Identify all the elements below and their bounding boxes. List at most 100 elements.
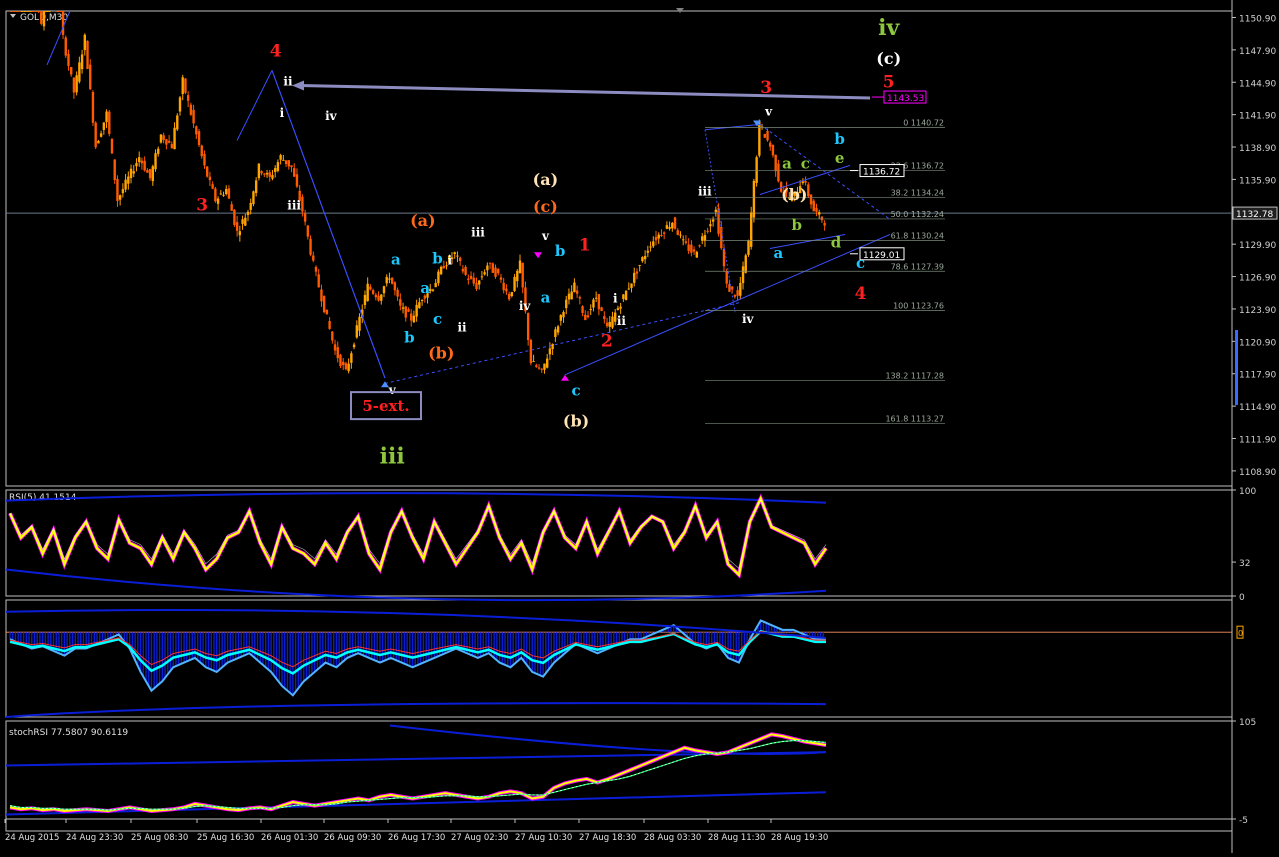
candle-body [521,262,524,288]
wave-label: iv [742,312,755,326]
x-tick-label: 26 Aug 01:30 [261,833,318,843]
candle-body [769,142,772,147]
stoch-tick-label: 105 [1239,718,1256,728]
candle-body [722,248,726,267]
x-tick-label: 27 Aug 18:30 [579,833,636,843]
candle-body [138,157,141,163]
fib-level-label: 38.2 1134.24 [891,188,944,197]
candle-body [124,179,127,190]
candle-body [339,354,342,367]
candle-body [673,217,677,229]
price-tick-label: 1138.90 [1239,144,1276,154]
pane-frame-0 [5,10,1233,487]
candle-body [105,111,108,123]
stoch-title: stochRSI 77.5807 90.6119 [9,728,128,738]
candle-body [717,208,720,234]
candle-body [216,198,220,204]
candle-body [690,244,693,253]
candle-body [219,193,222,195]
price-tick-label: 1135.90 [1239,176,1276,186]
candle-body [274,168,277,172]
candle-body [711,219,715,222]
candle-body [64,37,67,56]
wave-label: ii [283,74,293,88]
candle-body [374,294,378,298]
candle-body [546,358,549,368]
extension-label: 5-ext. [362,397,409,415]
candle-body [132,171,135,174]
candle-body [478,280,481,285]
candle-body [698,245,701,247]
candle-body [565,299,568,309]
trading-chart-window[interactable]: 1150.90 1147.90 1144.90 1141.90 1138.90 1135.… [0,0,1279,853]
candle-body [630,283,633,289]
fib-level-label: 100 1123.76 [893,301,944,310]
candle-body [437,271,440,284]
candle-body [173,127,176,150]
candle-body [823,223,826,226]
candle-body [532,361,535,363]
candle-body [818,212,821,215]
candle-body [649,246,652,248]
x-axis-frame [5,818,1233,832]
candle-body [89,64,92,90]
price-tick-label: 1123.90 [1239,306,1276,316]
candle-body [352,344,356,348]
price-label-text: 1129.01 [863,251,900,261]
candle-body [260,171,263,174]
candle-body [178,97,182,112]
candle-body [336,347,339,359]
fib-level-label: 161.8 1113.27 [885,415,944,424]
candle-body [404,306,407,318]
candle-body [211,184,214,189]
candle-body [458,257,462,261]
candle-body [303,213,307,222]
price-scale-handle[interactable] [1235,330,1238,405]
candle-body [804,181,807,183]
candle-body [706,230,709,232]
candle-body [276,162,280,171]
price-tick-label: 1117.90 [1239,371,1276,381]
candle-body [567,293,571,300]
candle-body [328,321,331,329]
wave-label: c [433,310,442,328]
candle-body [464,266,467,275]
candle-body [159,134,163,143]
candle-body [48,11,51,12]
chart-menu-triangle-icon[interactable] [10,14,16,18]
candle-body [412,315,416,323]
candle-body [347,363,350,372]
wave-label: (c) [876,49,901,68]
candle-body [611,316,614,328]
candle-body [91,92,95,123]
candle-body [312,255,315,261]
candle-body [410,313,413,321]
candle-body [652,241,655,247]
x-tick-label: 26 Aug 17:30 [388,833,445,843]
candle-body [29,11,32,12]
candle-body [284,160,288,165]
candle-body [59,11,62,12]
price-tick-label: 1120.90 [1239,338,1276,348]
candle-body [167,140,171,143]
candle-body [657,234,660,239]
candle-body [355,325,358,338]
candle-body [75,75,78,93]
macd-zero-marker: 0 [1238,629,1243,638]
candle-body [679,234,682,236]
fib-level-label: 138.2 1117.28 [885,371,944,380]
candle-body [396,289,399,297]
fib-level-label: 78.6 1127.39 [891,262,944,271]
candle-body [777,163,780,182]
candle-body [510,292,514,297]
candle-body [200,145,203,157]
candle-body [314,266,318,272]
candle-body [56,11,59,12]
candle-body [97,140,100,144]
price-tick-label: 1111.90 [1239,436,1276,446]
current-price-label: 1132.78 [1236,210,1273,220]
candle-body [94,122,97,148]
wave-label: iv [519,299,532,313]
candle-body [287,160,290,167]
candle-body [42,11,46,27]
